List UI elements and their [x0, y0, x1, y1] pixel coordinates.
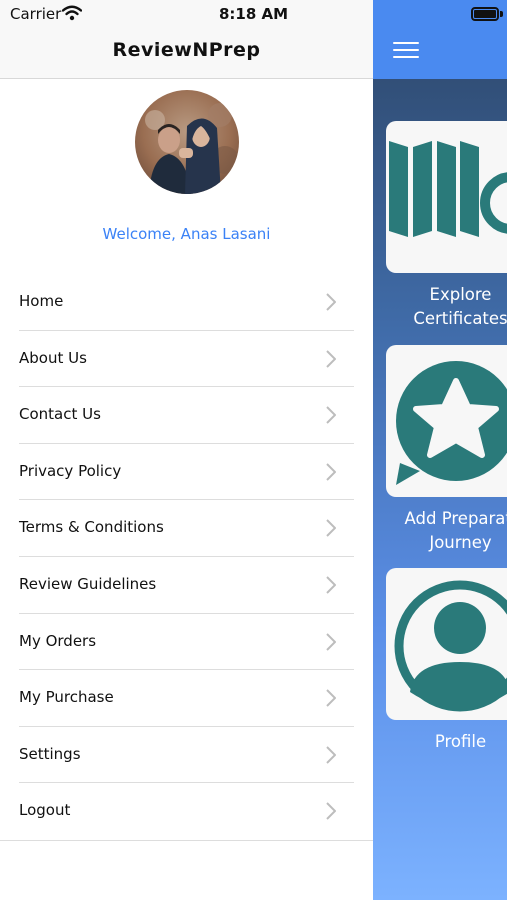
- battery-tip: [500, 11, 503, 17]
- menu-item-label: Review Guidelines: [19, 574, 157, 593]
- chevron-right-icon: [326, 406, 336, 424]
- status-bar: Carrier 8:18 AM: [0, 0, 507, 28]
- menu-item-label: Privacy Policy: [19, 461, 122, 480]
- avatar[interactable]: [135, 90, 239, 194]
- menu-list: Home About Us Contact Us Privacy Policy …: [0, 274, 373, 840]
- menu-item-label: Settings: [19, 744, 81, 763]
- battery-icon: [471, 7, 499, 21]
- menu-item-label: Terms & Conditions: [19, 518, 164, 537]
- profile-card[interactable]: [386, 568, 507, 720]
- menu-item-contact-us[interactable]: Contact Us: [19, 387, 354, 444]
- card-label: Profile: [434, 732, 487, 751]
- menu-item-logout[interactable]: Logout: [19, 783, 354, 840]
- side-menu: ReviewNPrep Welcome, Anas Lasani Home Ab…: [0, 0, 373, 900]
- chevron-right-icon: [326, 349, 336, 368]
- menu-item-settings[interactable]: Settings: [19, 727, 354, 784]
- main-panel: Explore Certificates Add Preparati Journ…: [373, 0, 507, 900]
- chevron-right-icon: [326, 293, 336, 311]
- chevron-right-icon: [326, 802, 336, 821]
- card-label: Add Preparati: [404, 509, 507, 528]
- menu-item-label: Contact Us: [19, 405, 101, 424]
- hamburger-icon[interactable]: [393, 42, 419, 60]
- menu-item-my-orders[interactable]: My Orders: [19, 614, 354, 671]
- explore-certificates-card[interactable]: [386, 121, 507, 273]
- menu-item-my-purchase[interactable]: My Purchase: [19, 670, 354, 727]
- add-preparation-journey-card[interactable]: [386, 345, 507, 497]
- divider: [0, 840, 373, 841]
- menu-item-terms-conditions[interactable]: Terms & Conditions: [19, 500, 354, 557]
- menu-item-label: Home: [19, 292, 64, 310]
- certificates-icon: [389, 141, 507, 237]
- chevron-right-icon: [326, 689, 336, 707]
- menu-item-label: My Purchase: [19, 688, 114, 707]
- menu-item-home[interactable]: Home: [19, 274, 354, 331]
- card-label: Journey: [429, 533, 492, 552]
- card-label: Certificates: [413, 309, 507, 328]
- menu-item-label: My Orders: [19, 631, 97, 650]
- menu-item-review-guidelines[interactable]: Review Guidelines: [19, 557, 354, 614]
- menu-item-label: Logout: [19, 801, 71, 820]
- clock: 8:18 AM: [218, 5, 289, 23]
- profile-icon: [394, 580, 507, 712]
- menu-item-label: About Us: [19, 348, 87, 367]
- chevron-right-icon: [326, 746, 336, 764]
- chevron-right-icon: [326, 632, 336, 651]
- chevron-right-icon: [326, 463, 336, 481]
- welcome-text: Welcome, Anas Lasani: [102, 225, 271, 243]
- menu-item-about-us[interactable]: About Us: [19, 331, 354, 388]
- app-title: ReviewNPrep: [112, 39, 261, 61]
- chevron-right-icon: [326, 519, 336, 538]
- chevron-right-icon: [326, 576, 336, 594]
- star-chat-icon: [396, 361, 507, 485]
- card-label: Explore: [429, 285, 492, 304]
- menu-item-privacy-policy[interactable]: Privacy Policy: [19, 444, 354, 501]
